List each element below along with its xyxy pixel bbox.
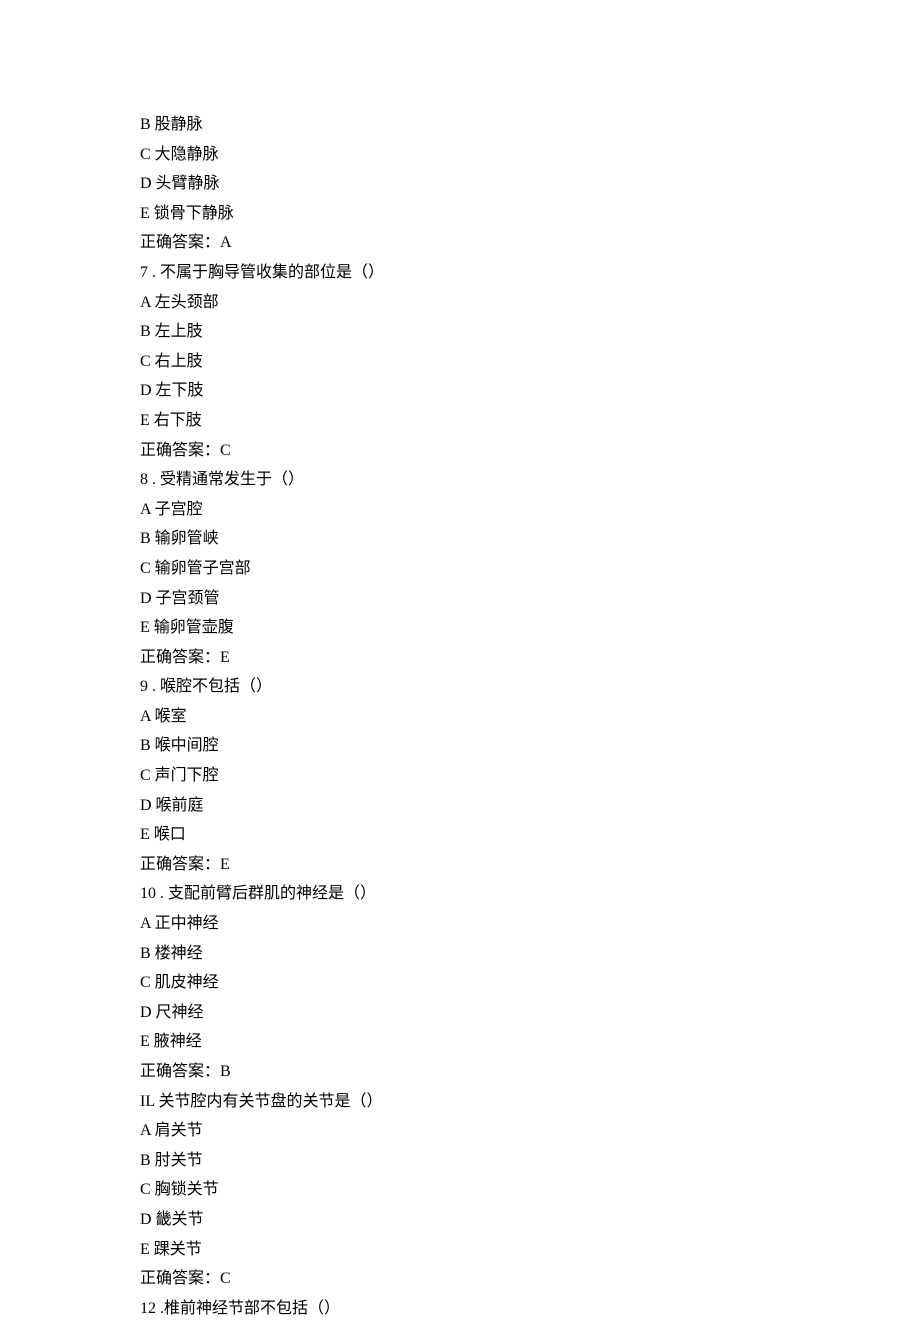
text-line: B 股静脉 [140,110,920,140]
text-line: C 大隐静脉 [140,140,920,170]
text-line: E 喉口 [140,820,920,850]
text-line: 10 . 支配前臂后群肌的神经是（） [140,879,920,909]
text-line: 9 . 喉腔不包括（） [140,672,920,702]
text-line: 8 . 受精通常发生于（） [140,465,920,495]
text-line: 12 .椎前神经节部不包括（） [140,1294,920,1323]
text-line: 正确答案：E [140,850,920,880]
text-line: 正确答案：C [140,1264,920,1294]
text-line: D 子宫颈管 [140,584,920,614]
text-line: 正确答案：B [140,1057,920,1087]
text-line: 正确答案：A [140,228,920,258]
text-line: E 锁骨下静脉 [140,199,920,229]
text-line: A 肩关节 [140,1116,920,1146]
text-line: A 左头颈部 [140,288,920,318]
text-line: B 楼神经 [140,939,920,969]
text-line: IL 关节腔内有关节盘的关节是（） [140,1087,920,1117]
text-line: B 左上肢 [140,317,920,347]
text-line: B 输卵管峡 [140,524,920,554]
text-line: B 肘关节 [140,1146,920,1176]
text-line: A 子宫腔 [140,495,920,525]
text-line: 7 . 不属于胸导管收集的部位是（） [140,258,920,288]
text-line: C 输卵管子宫部 [140,554,920,584]
text-line: C 声门下腔 [140,761,920,791]
text-line: C 肌皮神经 [140,968,920,998]
text-line: C 右上肢 [140,347,920,377]
text-line: A 喉室 [140,702,920,732]
text-line: D 畿关节 [140,1205,920,1235]
text-line: C 胸锁关节 [140,1175,920,1205]
text-line: E 踝关节 [140,1235,920,1265]
text-line: D 头臂静脉 [140,169,920,199]
text-line: E 右下肢 [140,406,920,436]
text-line: B 喉中间腔 [140,731,920,761]
text-line: 正确答案：E [140,643,920,673]
text-line: E 腋神经 [140,1027,920,1057]
text-line: E 输卵管壶腹 [140,613,920,643]
text-line: 正确答案：C [140,436,920,466]
text-line: A 正中神经 [140,909,920,939]
text-line: D 尺神经 [140,998,920,1028]
text-line: D 喉前庭 [140,791,920,821]
text-line: D 左下肢 [140,376,920,406]
